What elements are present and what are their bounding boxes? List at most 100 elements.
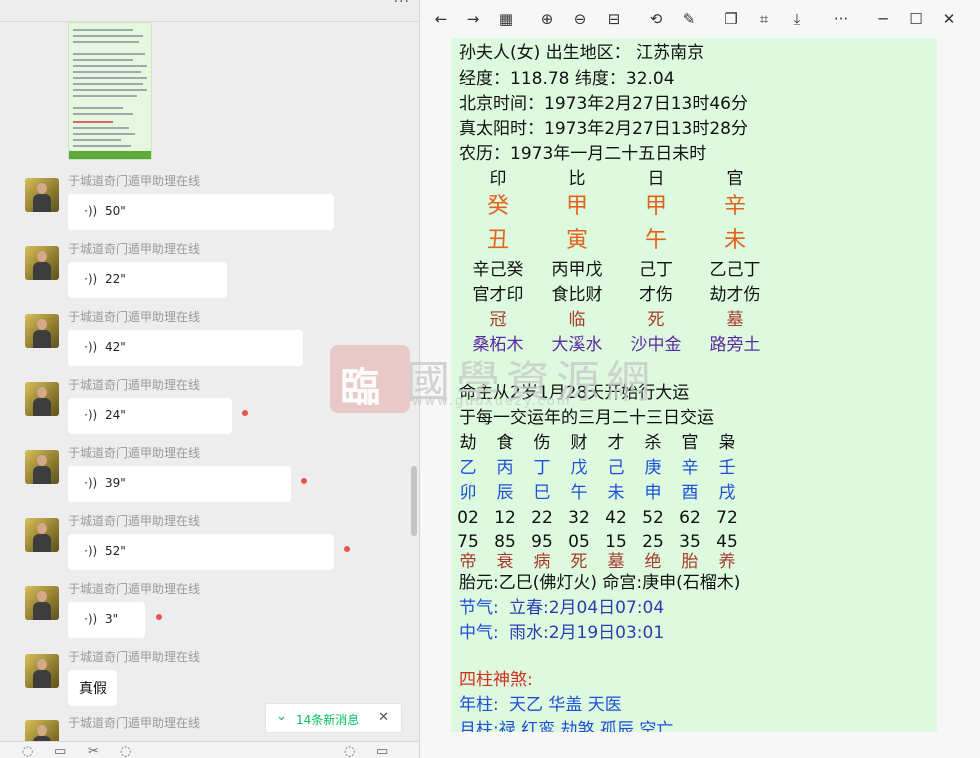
luck-branch: 卯 — [459, 483, 477, 503]
maximize-icon[interactable]: ☐ — [905, 8, 927, 30]
luck-god: 枭 — [718, 433, 736, 453]
grid-icon[interactable]: ▦ — [495, 8, 517, 30]
luck-stem: 戊 — [570, 458, 588, 478]
double-chevron-down-icon: ⌄ — [276, 709, 287, 724]
avatar[interactable] — [25, 246, 59, 280]
crop-icon[interactable]: ⌗ — [753, 8, 775, 30]
ten-god: 官 — [726, 169, 744, 189]
voice-wave-icon: ·)) — [84, 204, 98, 218]
minimize-icon[interactable]: ─ — [872, 8, 894, 30]
voice-wave-icon: ·)) — [84, 408, 98, 422]
taiyuan-line: 胎元:乙巳(佛灯火) 命宫:庚申(石榴木) — [459, 573, 741, 593]
avatar[interactable] — [25, 382, 59, 416]
sender-name: 于城道奇门遁甲助理在线 — [68, 446, 201, 460]
voice-duration: 42" — [105, 340, 126, 354]
voice-message[interactable]: ·)) 22" — [68, 262, 227, 298]
jieqi-label: 节气: — [459, 598, 499, 618]
voice-message[interactable]: ·)) 42" — [68, 330, 303, 366]
luck-age: 22 — [531, 508, 553, 528]
viewer-toolbar: ← → ▦ ⊕ ⊖ ⊟ ⟲ ✎ ❐ ⌗ ⤓ ··· ─ ☐ ✕ — [421, 0, 980, 38]
luck-year: 15 — [605, 532, 627, 552]
voice-call-icon[interactable]: ◌ — [344, 744, 355, 758]
edit-icon[interactable]: ✎ — [678, 8, 700, 30]
viewer-bottom — [421, 732, 980, 758]
hidden-gods: 官才印 — [472, 285, 524, 305]
avatar[interactable] — [25, 178, 59, 212]
hidden-gods: 食比财 — [551, 285, 603, 305]
hidden-stems: 辛己癸 — [472, 260, 524, 280]
avatar[interactable] — [25, 518, 59, 552]
voice-wave-icon: ·)) — [84, 476, 98, 490]
life-stage: 死 — [647, 310, 665, 330]
video-call-icon[interactable]: ▭ — [376, 744, 388, 758]
luck-stem: 丁 — [533, 458, 551, 478]
sender-name: 于城道奇门遁甲助理在线 — [68, 174, 201, 188]
rotate-icon[interactable]: ⟲ — [645, 8, 667, 30]
luck-stage: 绝 — [644, 552, 662, 572]
download-icon[interactable]: ⤓ — [786, 8, 808, 30]
voice-message[interactable]: ·)) 39" — [68, 466, 291, 502]
more-icon[interactable]: ··· — [830, 8, 852, 30]
zoom-out-icon[interactable]: ⊖ — [569, 8, 591, 30]
earthly-branch: 午 — [644, 228, 667, 253]
chat-message: 于城道奇门遁甲助理在线 ·)) 52" — [0, 512, 419, 580]
avatar[interactable] — [25, 314, 59, 348]
zoom-in-icon[interactable]: ⊕ — [536, 8, 558, 30]
birth-info-line: 孙夫人(女) 出生地区： 江苏南京 — [459, 43, 705, 63]
luck-branch: 未 — [607, 483, 625, 503]
heavenly-stem: 甲 — [565, 194, 588, 219]
solar-time-line: 真太阳时：1973年2月27日13时28分 — [459, 119, 748, 139]
sender-name: 于城道奇门遁甲助理在线 — [68, 310, 201, 324]
voice-message[interactable]: ·)) 50" — [68, 194, 334, 230]
close-icon[interactable]: ✕ — [378, 710, 389, 725]
text-message[interactable]: 真假 — [68, 670, 117, 706]
avatar[interactable] — [25, 654, 59, 688]
image-message-thumbnail[interactable] — [68, 22, 152, 160]
luck-stage: 衰 — [496, 552, 514, 572]
voice-duration: 24" — [105, 408, 126, 422]
luck-stem: 乙 — [459, 458, 477, 478]
close-icon[interactable]: ✕ — [938, 8, 960, 30]
luck-age: 12 — [494, 508, 516, 528]
shensha-title: 四柱神煞: — [459, 670, 533, 690]
heavenly-stem: 辛 — [723, 194, 746, 219]
voice-duration: 22" — [105, 272, 126, 286]
avatar[interactable] — [25, 450, 59, 484]
voice-message[interactable]: ·)) 3" — [68, 602, 145, 638]
luck-branch: 午 — [570, 483, 588, 503]
luck-stage: 死 — [570, 552, 588, 572]
hidden-gods: 才伤 — [639, 285, 673, 305]
watermark-url: www.guoxuezy.com — [412, 394, 572, 409]
hidden-stems: 丙甲戊 — [551, 260, 603, 280]
zhongqi-label: 中气: — [459, 623, 499, 643]
luck-branch: 巳 — [533, 483, 551, 503]
scrollbar-thumb[interactable] — [411, 466, 417, 536]
voice-duration: 39" — [105, 476, 126, 490]
forward-arrow-icon[interactable]: → — [462, 8, 484, 30]
lunar-date-line: 农历：1973年一月二十五日未时 — [459, 144, 707, 164]
voice-wave-icon: ·)) — [84, 544, 98, 558]
copy-icon[interactable]: ❐ — [720, 8, 742, 30]
luck-stage: 养 — [718, 552, 736, 572]
sender-name: 于城道奇门遁甲助理在线 — [68, 378, 201, 392]
chat-header: ··· — [0, 0, 419, 22]
luck-age: 32 — [568, 508, 590, 528]
unread-dot — [344, 546, 350, 552]
back-arrow-icon[interactable]: ← — [430, 8, 452, 30]
earthly-branch: 丑 — [486, 228, 509, 253]
new-messages-banner[interactable]: ⌄ 14条新消息 ✕ — [265, 703, 402, 733]
luck-year: 75 — [457, 532, 479, 552]
more-icon[interactable]: ··· — [394, 0, 410, 10]
avatar[interactable] — [25, 586, 59, 620]
nayin: 路旁土 — [709, 335, 761, 355]
voice-message[interactable]: ·)) 24" — [68, 398, 232, 434]
chat-history-icon[interactable]: ◌ — [120, 744, 131, 758]
emoji-icon[interactable]: ◌ — [22, 744, 33, 758]
scissors-icon[interactable]: ✂ — [88, 744, 99, 758]
fit-width-icon[interactable]: ⊟ — [603, 8, 625, 30]
voice-message[interactable]: ·)) 52" — [68, 534, 334, 570]
luck-god: 才 — [607, 433, 625, 453]
ten-god: 比 — [568, 169, 586, 189]
zhongqi-value: 雨水:2月19日03:01 — [509, 623, 665, 643]
folder-icon[interactable]: ▭ — [54, 744, 66, 758]
